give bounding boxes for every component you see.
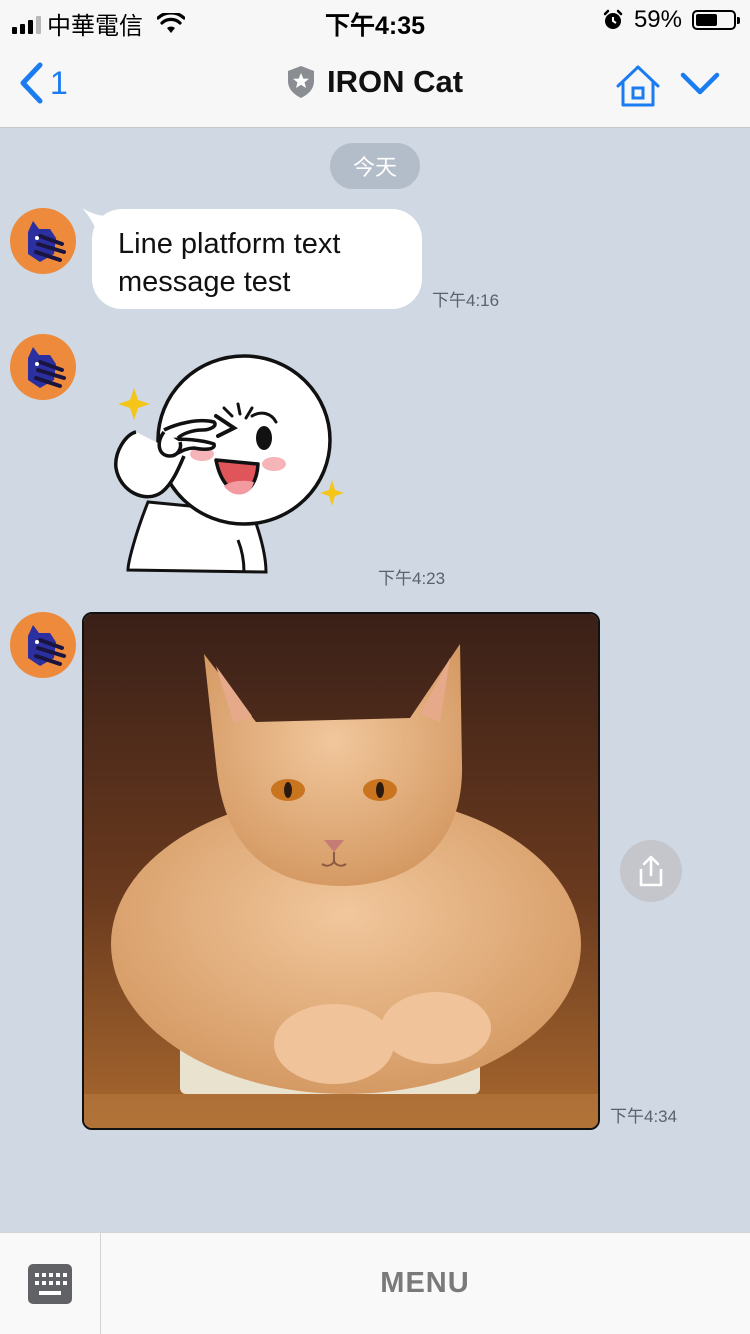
battery-icon [692, 10, 740, 30]
message-time: 下午4:34 [610, 1107, 678, 1126]
chat-header: 1 IRON Cat [0, 42, 750, 128]
sparkle-icon [320, 480, 344, 506]
alarm-icon [603, 9, 623, 29]
cat-avatar-icon [28, 625, 66, 666]
avatar[interactable] [10, 208, 76, 274]
status-right: 59% [602, 6, 740, 34]
avatar[interactable] [10, 612, 76, 678]
cat-avatar-icon [28, 347, 66, 388]
cat-avatar-icon [28, 221, 66, 262]
menu-button[interactable]: MENU [100, 1233, 750, 1334]
sticker-image[interactable] [106, 352, 356, 576]
cat-photo[interactable] [82, 612, 600, 1130]
sparkle-icon [118, 388, 150, 420]
chevron-down-icon[interactable] [680, 70, 720, 98]
shield-star-icon [287, 66, 314, 98]
chat-title: IRON Cat [326, 64, 464, 99]
share-icon [639, 855, 663, 887]
message-time: 下午4:23 [378, 569, 446, 588]
keyboard-button[interactable] [0, 1233, 101, 1334]
message-text-line: message test [118, 266, 291, 298]
status-bar: 中華電信 下午4:35 59% [0, 0, 750, 42]
keyboard-icon [28, 1263, 72, 1304]
battery-percent: 59% [633, 6, 682, 33]
avatar[interactable] [10, 334, 76, 400]
share-button[interactable] [620, 840, 682, 902]
home-icon[interactable] [614, 64, 662, 108]
bottom-bar: MENU [0, 1232, 750, 1334]
message-text-line: Line platform text [118, 228, 341, 260]
cat-photo-illustration [84, 614, 598, 1128]
message-time: 下午4:16 [432, 291, 500, 310]
date-divider: 今天 [330, 143, 420, 189]
message-bubble[interactable]: Line platform text message test [92, 209, 422, 309]
